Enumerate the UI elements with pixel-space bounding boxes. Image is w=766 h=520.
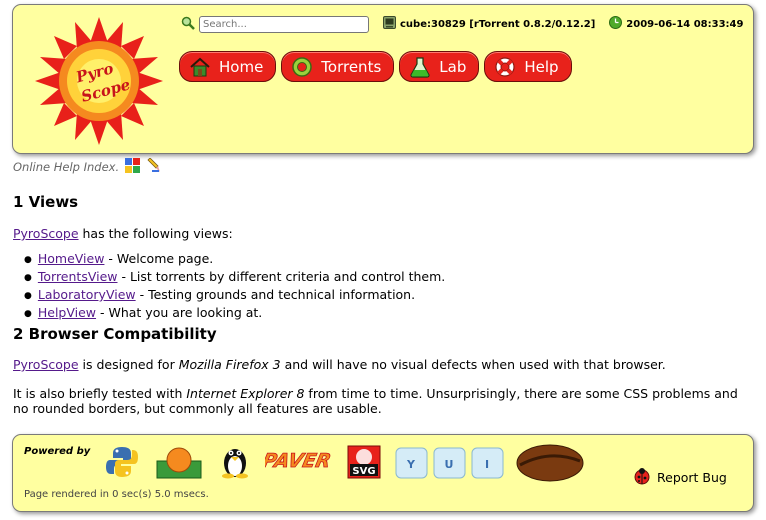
footer-panel: Powered by PAVER SVG Y U I Page rendered… [12, 434, 754, 512]
header-panel: Pyro Scope cube:30829 [rTorrent 0.8.2/0.… [12, 4, 754, 154]
list-item: TorrentsView - List torrents by differen… [24, 269, 445, 287]
homeview-link[interactable]: HomeView [38, 251, 105, 266]
edit-pencil-icon[interactable] [146, 157, 161, 176]
google-icon[interactable] [125, 158, 141, 176]
svg-text:PAVER: PAVER [265, 449, 333, 472]
host-status-text: cube:30829 [rTorrent 0.8.2/0.12.2] [400, 18, 596, 30]
coffee-bean-icon [516, 444, 584, 482]
compat-paragraph: PyroScope is designed for Mozilla Firefo… [13, 357, 748, 372]
ie-text-1: It is also briefly tested with [13, 386, 187, 401]
helpview-link[interactable]: HelpView [38, 305, 96, 320]
terminal-icon [383, 16, 396, 32]
ie-name: Internet Explorer 8 [186, 386, 305, 401]
search-input[interactable] [199, 15, 369, 33]
turbogears-logo[interactable] [156, 447, 202, 483]
svg-text:U: U [445, 458, 454, 471]
magnifier-icon[interactable] [181, 16, 195, 33]
clock: 2009-06-14 08:33:49 [609, 16, 743, 32]
powered-by-label: Powered by [24, 446, 91, 457]
pyroscope-logo[interactable]: Pyro Scope [33, 15, 165, 147]
nav-home-button[interactable]: Home [179, 51, 277, 82]
nav-torrents-button[interactable]: Torrents [281, 51, 395, 82]
report-bug-button[interactable]: Report Bug [633, 467, 727, 488]
paver-logo[interactable]: PAVER [260, 445, 335, 479]
nav-help-button[interactable]: Help [484, 51, 572, 82]
helpview-desc: - What you are looking at. [96, 305, 263, 320]
help-index-label: Online Help Index. [13, 160, 120, 174]
firefox-name: Mozilla Firefox 3 [178, 357, 281, 372]
flask-icon [408, 55, 432, 79]
compat-text-2: and will have no visual defects when use… [280, 357, 666, 372]
nav-lab-button[interactable]: Lab [399, 51, 480, 82]
python-logo[interactable] [105, 445, 139, 483]
top-status-bar: cube:30829 [rTorrent 0.8.2/0.12.2] 2009-… [181, 15, 743, 33]
section-views-heading: 1 Views [13, 193, 79, 211]
nav-lab-label: Lab [439, 57, 467, 76]
help-index: Online Help Index. [13, 157, 161, 176]
nav-home-label: Home [219, 57, 264, 76]
views-intro-text: has the following views: [78, 226, 233, 241]
host-status: cube:30829 [rTorrent 0.8.2/0.12.2] [383, 16, 595, 32]
search-box [181, 15, 369, 33]
compat-text-1: is designed for [78, 357, 179, 372]
report-bug-label: Report Bug [657, 470, 727, 485]
svg-badge-icon: SVG [347, 445, 381, 479]
yui-keys-icon: Y U I [395, 447, 504, 479]
list-item: HomeView - Welcome page. [24, 251, 445, 269]
paver-icon: PAVER [260, 449, 334, 473]
nav-torrents-label: Torrents [321, 57, 382, 76]
ladybug-icon [633, 467, 651, 488]
views-intro: PyroScope has the following views: [13, 226, 748, 241]
python-icon [106, 447, 138, 477]
torrentsview-desc: - List torrents by different criteria an… [117, 269, 446, 284]
section-compat-heading: 2 Browser Compatibility [13, 325, 217, 343]
clock-icon [609, 16, 623, 32]
torrentsview-link[interactable]: TorrentsView [38, 269, 118, 284]
torrent-icon [290, 55, 314, 79]
svg-text:Y: Y [406, 458, 416, 471]
main-nav: Home Torrents Lab Help [179, 51, 577, 82]
svg-logo[interactable]: SVG [347, 445, 381, 483]
laboratoryview-desc: - Testing grounds and technical informat… [135, 287, 416, 302]
sun-logo-icon: Pyro Scope [35, 17, 163, 145]
pyroscope-link-2[interactable]: PyroScope [13, 357, 79, 372]
nav-help-label: Help [524, 57, 559, 76]
svg-text:SVG: SVG [352, 466, 375, 477]
homeview-desc: - Welcome page. [104, 251, 214, 266]
laboratoryview-link[interactable]: LaboratoryView [38, 287, 136, 302]
penguin-icon [222, 449, 248, 479]
views-list: HomeView - Welcome page. TorrentsView - … [24, 251, 445, 323]
house-icon [188, 55, 212, 79]
ie-paragraph: It is also briefly tested with Internet … [13, 386, 748, 416]
list-item: HelpView - What you are looking at. [24, 305, 445, 323]
list-item: LaboratoryView - Testing grounds and tec… [24, 287, 445, 305]
turbogears-icon [156, 447, 202, 479]
render-time: Page rendered in 0 sec(s) 5.0 msecs. [24, 489, 209, 500]
svg-text:I: I [485, 458, 489, 471]
coffee-bean-logo[interactable] [515, 443, 585, 487]
clock-text: 2009-06-14 08:33:49 [626, 18, 744, 30]
pyroscope-link[interactable]: PyroScope [13, 226, 79, 241]
yui-logo[interactable]: Y U I [395, 446, 505, 486]
linux-tux-logo[interactable] [218, 443, 252, 483]
lifebuoy-icon [493, 55, 517, 79]
